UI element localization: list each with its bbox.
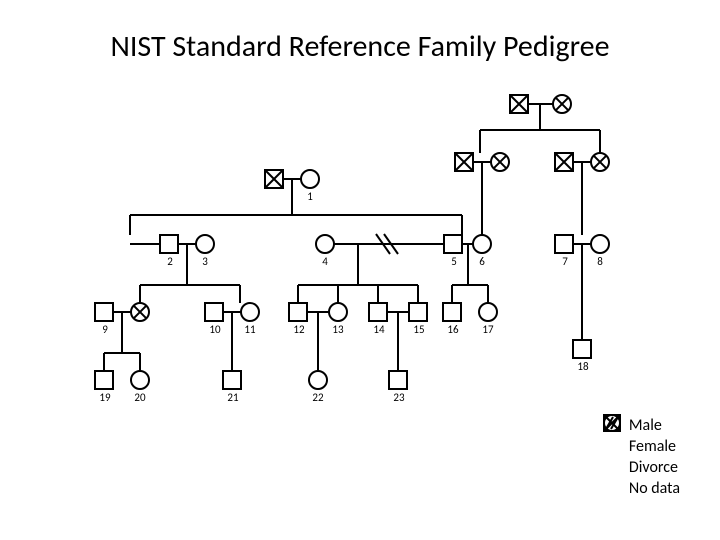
person-label-2: 2 bbox=[160, 255, 180, 268]
person-label-13: 13 bbox=[328, 323, 348, 336]
person-label-18: 18 bbox=[573, 360, 593, 373]
legend-female: Female bbox=[629, 437, 676, 456]
person-label-20: 20 bbox=[130, 391, 150, 404]
page-title: NIST Standard Reference Family Pedigree bbox=[0, 0, 720, 75]
person-label-16: 16 bbox=[443, 323, 463, 336]
person-label-21: 21 bbox=[223, 391, 243, 404]
person-label-17: 17 bbox=[478, 323, 498, 336]
person-label-23: 23 bbox=[389, 391, 409, 404]
person-label-8: 8 bbox=[590, 255, 610, 268]
legend-divorce: Divorce bbox=[629, 458, 678, 477]
person-label-9: 9 bbox=[95, 323, 115, 336]
person-label-11: 11 bbox=[240, 323, 260, 336]
person-label-15: 15 bbox=[409, 323, 429, 336]
legend: Male Female Divorce No data bbox=[603, 414, 680, 500]
person-label-7: 7 bbox=[555, 255, 575, 268]
person-label-19: 19 bbox=[95, 391, 115, 404]
person-label-3: 3 bbox=[195, 255, 215, 268]
divorce-icon bbox=[603, 459, 621, 477]
nodata-icon bbox=[603, 480, 621, 498]
person-label-1: 1 bbox=[300, 190, 320, 203]
person-label-14: 14 bbox=[369, 323, 389, 336]
person-label-22: 22 bbox=[308, 391, 328, 404]
person-label-4: 4 bbox=[315, 255, 335, 268]
person-label-6: 6 bbox=[472, 255, 492, 268]
pedigree-canvas: 1 2 3 4 5 6 7 8 9 10 11 12 13 14 15 16 1… bbox=[0, 75, 720, 515]
person-label-12: 12 bbox=[289, 323, 309, 336]
person-label-10: 10 bbox=[205, 323, 225, 336]
person-label-5: 5 bbox=[444, 255, 464, 268]
female-icon bbox=[603, 438, 621, 456]
legend-nodata: No data bbox=[629, 479, 680, 498]
legend-male: Male bbox=[629, 416, 662, 435]
